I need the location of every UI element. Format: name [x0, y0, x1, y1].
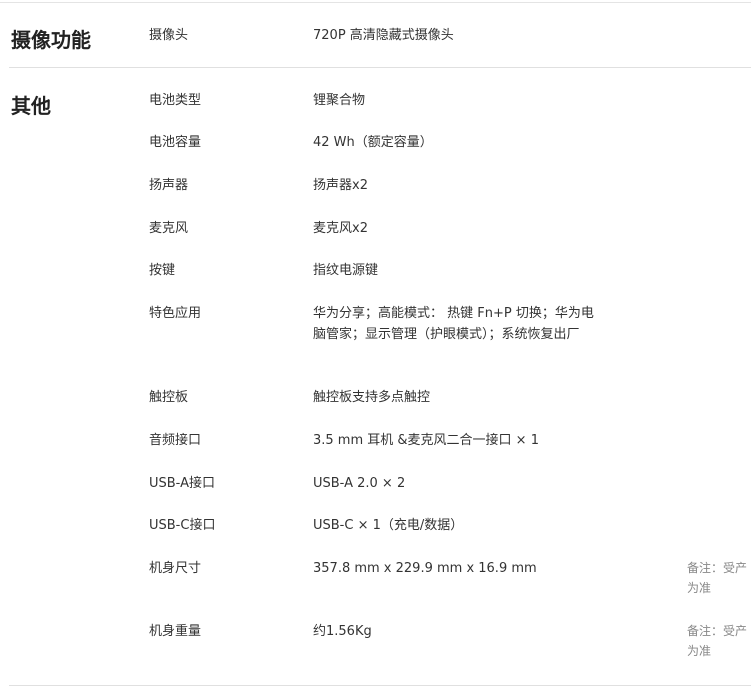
spec-label: 电池容量	[149, 135, 202, 150]
spec-value: 指纹电源键	[313, 263, 379, 278]
top-divider	[0, 2, 751, 3]
spec-label: 电池类型	[149, 93, 202, 108]
spec-label: 触控板	[149, 390, 189, 405]
spec-note: 备注：受产为准	[687, 624, 748, 658]
spec-note: 备注：受产为准	[687, 561, 748, 595]
spec-label: 扬声器	[149, 178, 189, 193]
section-divider	[9, 685, 751, 686]
spec-value: 触控板支持多点触控	[313, 390, 431, 405]
spec-page: 摄像功能 摄像头 720P 高清隐藏式摄像头 其他 电池类型 锂聚合物 电池容量…	[0, 0, 751, 689]
spec-value: USB-C × 1（充电/数据）	[313, 518, 464, 533]
spec-value: 720P 高清隐藏式摄像头	[313, 28, 454, 43]
spec-value: 锂聚合物	[313, 93, 366, 108]
spec-label: 特色应用	[149, 306, 202, 321]
spec-label: 机身重量	[149, 624, 202, 639]
spec-label: 音频接口	[149, 433, 202, 448]
section-divider	[9, 67, 751, 68]
section-title: 其他	[11, 94, 51, 118]
spec-label: 按键	[149, 263, 176, 278]
spec-value: 3.5 mm 耳机 &麦克风二合一接口 × 1	[313, 433, 539, 448]
spec-value: 42 Wh（额定容量）	[313, 135, 433, 150]
spec-value: 华为分享；高能模式： 热键 Fn+P 切换；华为电脑管家；显示管理（护眼模式）；…	[313, 306, 594, 342]
spec-value: 约1.56Kg	[313, 624, 372, 639]
spec-label: 机身尺寸	[149, 561, 202, 576]
spec-label: USB-A接口	[149, 476, 215, 491]
spec-value: USB-A 2.0 × 2	[313, 476, 406, 491]
spec-label: 麦克风	[149, 221, 189, 236]
section-title: 摄像功能	[11, 28, 91, 52]
spec-label: USB-C接口	[149, 518, 216, 533]
spec-value: 357.8 mm x 229.9 mm x 16.9 mm	[313, 561, 537, 576]
spec-label: 摄像头	[149, 28, 189, 43]
spec-value: 扬声器x2	[313, 178, 368, 193]
spec-value: 麦克风x2	[313, 221, 368, 236]
